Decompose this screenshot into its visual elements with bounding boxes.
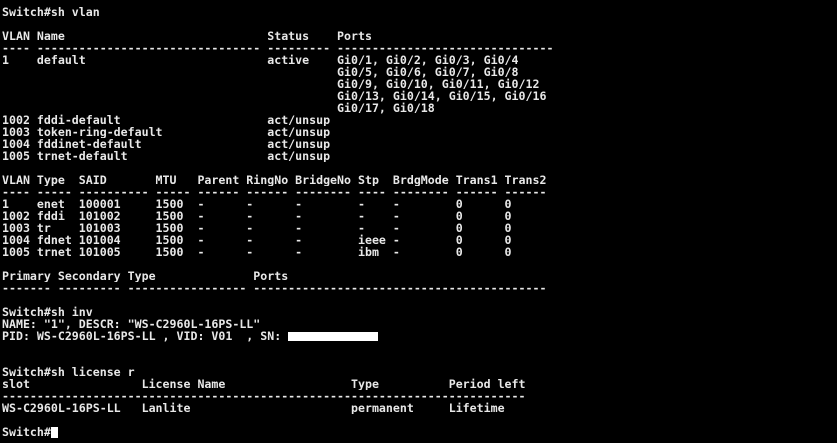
terminal-line: Gi0/9, Gi0/10, Gi0/11, Gi0/12 [2, 78, 540, 90]
serial-number-redaction [288, 332, 379, 341]
terminal-line: Switch#sh inv [2, 306, 93, 318]
terminal-line: NAME: "1", DESCR: "WS-C2960L-16PS-LL" [2, 318, 261, 330]
terminal-line: slot License Name Type Period left [2, 378, 526, 390]
terminal-line: 1005 trnet-default act/unsup [2, 150, 331, 162]
terminal-line: Switch#sh license r [2, 366, 135, 378]
terminal-line: 1 default active Gi0/1, Gi0/2, Gi0/3, Gi… [2, 54, 519, 66]
terminal-line: ---- ----- ---------- ----- ------ -----… [2, 186, 547, 198]
terminal-line: 1005 trnet 101005 1500 - - - ibm - 0 0 [2, 246, 512, 258]
terminal-line: 1003 token-ring-default act/unsup [2, 126, 331, 138]
terminal-line: 1002 fddi 101002 1500 - - - - - 0 0 [2, 210, 512, 222]
terminal-prompt-line[interactable]: Switch# [2, 426, 837, 438]
terminal-line: 1004 fdnet 101004 1500 - - - ieee - 0 0 [2, 234, 512, 246]
terminal-line: ------- --------- ----------------- ----… [2, 282, 547, 294]
pid-text: PID: WS-C2960L-16PS-LL , VID: V01 , SN: [2, 330, 289, 342]
terminal-line: 1 enet 100001 1500 - - - - - 0 0 [2, 198, 512, 210]
terminal-line: Gi0/13, Gi0/14, Gi0/15, Gi0/16 [2, 90, 547, 102]
terminal-line: Gi0/17, Gi0/18 [2, 102, 435, 114]
terminal-line: 1004 fddinet-default act/unsup [2, 138, 331, 150]
terminal-line: ----------------------------------------… [2, 390, 526, 402]
terminal-line: WS-C2960L-16PS-LL Lanlite permanent Life… [2, 402, 505, 414]
terminal-output[interactable]: Switch#sh vlan VLAN Name Status Ports --… [0, 0, 837, 443]
terminal-line: ---- -------------------------------- --… [2, 42, 554, 54]
terminal-line: Primary Secondary Type Ports [2, 270, 289, 282]
terminal-line: VLAN Name Status Ports [2, 30, 372, 42]
terminal-line-pid: PID: WS-C2960L-16PS-LL , VID: V01 , SN: [2, 330, 837, 342]
terminal-line: Switch#sh vlan [2, 6, 100, 18]
prompt-text: Switch# [2, 426, 51, 438]
terminal-line: VLAN Type SAID MTU Parent RingNo BridgeN… [2, 174, 547, 186]
terminal-line: 1002 fddi-default act/unsup [2, 114, 331, 126]
terminal-line: 1003 tr 101003 1500 - - - - - 0 0 [2, 222, 512, 234]
terminal-line: Gi0/5, Gi0/6, Gi0/7, Gi0/8 [2, 66, 519, 78]
cursor-block [50, 427, 58, 438]
